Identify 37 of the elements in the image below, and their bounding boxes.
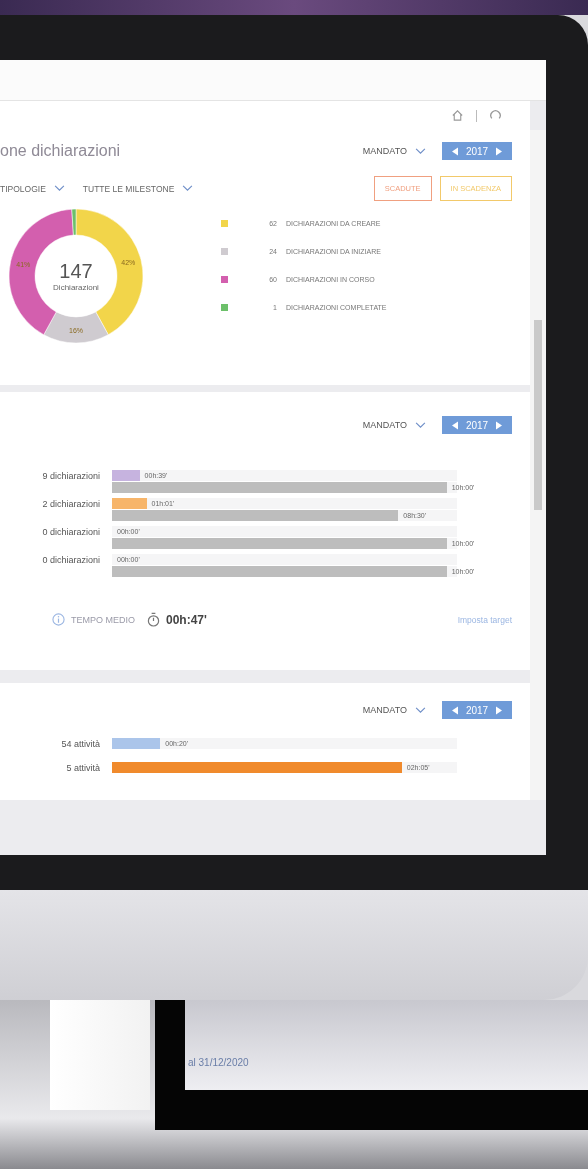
- chevron-icon: [415, 147, 426, 155]
- row-label: 5 attività: [65, 762, 101, 774]
- next-icon[interactable]: [496, 705, 503, 715]
- next-icon[interactable]: [496, 146, 503, 156]
- total-count: 147: [59, 260, 93, 283]
- row-label: 0 dichiarazioni: [41, 554, 101, 566]
- previous-icon[interactable]: [451, 420, 458, 430]
- scrollbar[interactable]: [530, 130, 546, 800]
- row-label: 54 attività: [60, 738, 101, 750]
- chevron-icon: [415, 706, 426, 714]
- set-target-link[interactable]: Imposta target: [457, 614, 512, 625]
- period-dropdown[interactable]: MANDATO: [362, 705, 432, 715]
- refresh-icon[interactable]: [489, 109, 502, 122]
- year-selector[interactable]: 2017: [442, 142, 512, 160]
- panel-title: one dichiarazioni: [0, 142, 121, 160]
- date-text: al 31/12/2020: [188, 1057, 249, 1068]
- next-icon[interactable]: [496, 420, 503, 430]
- home-icon[interactable]: [451, 109, 464, 122]
- filter-dropdown[interactable]: TUTTE LE MILESTONE: [82, 183, 200, 194]
- chevron-icon: [182, 185, 194, 192]
- average-label: TEMPO MEDIO: [71, 614, 135, 625]
- chevron-icon: [53, 185, 65, 192]
- period-dropdown[interactable]: MANDATO: [362, 146, 432, 156]
- period-dropdown[interactable]: MANDATO: [362, 420, 432, 430]
- previous-icon[interactable]: [451, 146, 458, 156]
- stopwatch-icon: [147, 612, 160, 627]
- filter-dropdown[interactable]: TIPOLOGIE: [0, 183, 71, 194]
- average-time: 00h:47': [166, 612, 207, 627]
- chevron-icon: [415, 421, 426, 429]
- year-selector[interactable]: 2017: [442, 701, 512, 719]
- info-icon[interactable]: [52, 613, 65, 626]
- previous-icon[interactable]: [451, 705, 458, 715]
- row-label: 2 dichiarazioni: [41, 498, 101, 510]
- total-label: Dichiarazioni: [53, 283, 99, 292]
- row-label: 9 dichiarazioni: [41, 470, 101, 482]
- row-label: 0 dichiarazioni: [41, 526, 101, 538]
- year-selector[interactable]: 2017: [442, 416, 512, 434]
